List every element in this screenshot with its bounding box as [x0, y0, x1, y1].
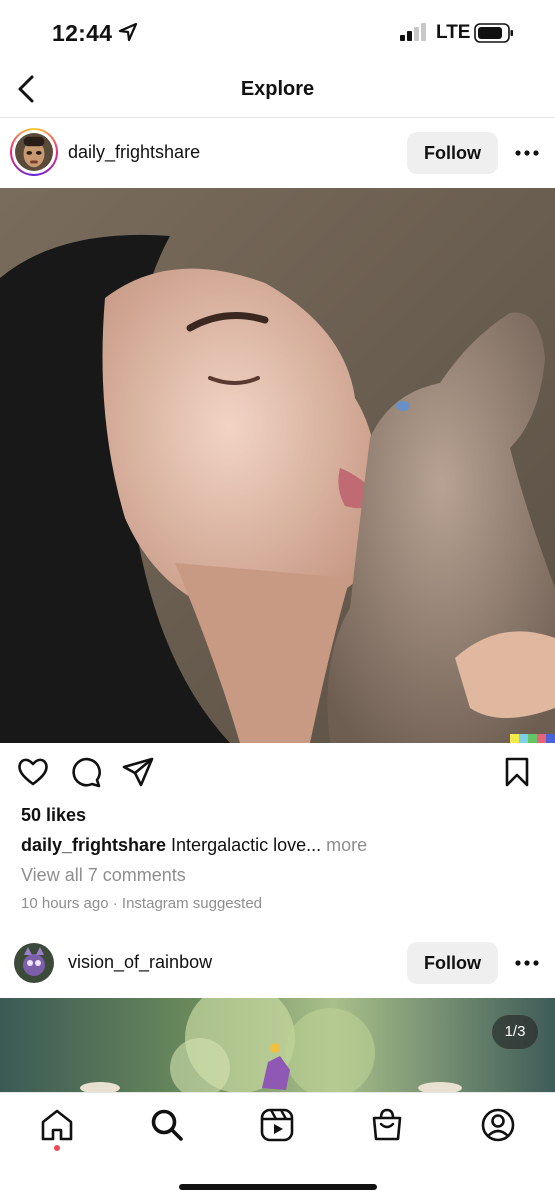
profile-icon[interactable]	[480, 1107, 516, 1143]
search-icon[interactable]	[149, 1107, 185, 1143]
caption-more-link[interactable]: more	[321, 835, 367, 855]
post-header: daily_frightshare Follow	[0, 119, 555, 187]
top-navigation-bar: Explore	[0, 64, 555, 118]
avatar[interactable]	[10, 128, 58, 176]
more-horizontal-icon[interactable]	[512, 138, 542, 168]
notification-dot	[54, 1145, 60, 1151]
follow-button[interactable]: Follow	[407, 132, 498, 174]
home-icon[interactable]	[39, 1107, 75, 1143]
avatar-image	[15, 133, 53, 171]
post-photo	[0, 188, 555, 743]
reels-icon[interactable]	[259, 1107, 295, 1143]
post-image[interactable]	[0, 188, 555, 743]
suggestion-label: Instagram suggested	[121, 895, 263, 912]
home-indicator[interactable]	[179, 1184, 377, 1190]
send-icon[interactable]	[121, 755, 155, 789]
more-horizontal-icon[interactable]	[512, 948, 542, 978]
heart-icon[interactable]	[16, 755, 50, 789]
status-bar: 12:44 LTE	[0, 0, 555, 64]
caption-text: Intergalactic love...	[166, 835, 322, 855]
comment-icon[interactable]	[69, 755, 103, 789]
bookmark-icon[interactable]	[500, 755, 534, 789]
avatar-image	[14, 943, 54, 983]
post-caption: daily_frightshare Intergalactic love... …	[21, 835, 367, 856]
avatar[interactable]	[14, 943, 54, 983]
view-comments-link[interactable]: View all 7 comments	[21, 865, 186, 886]
caption-username[interactable]: daily_frightshare	[21, 835, 166, 855]
post-meta: 10 hours ago · Instagram suggested	[21, 895, 262, 912]
post-username[interactable]: vision_of_rainbow	[68, 952, 212, 973]
status-time: 12:44	[52, 20, 113, 46]
bottom-tab-bar	[0, 1092, 555, 1200]
meta-separator: ·	[108, 895, 122, 912]
shop-icon[interactable]	[369, 1107, 405, 1143]
network-type: LTE	[436, 22, 471, 43]
post-timestamp: 10 hours ago	[21, 895, 109, 912]
location-arrow-icon	[118, 22, 138, 42]
post-header: vision_of_rainbow Follow	[0, 929, 555, 997]
page-title: Explore	[240, 78, 315, 100]
post-actions	[0, 755, 555, 795]
follow-button[interactable]: Follow	[407, 942, 498, 984]
post-photo	[0, 998, 555, 1092]
battery-icon	[474, 23, 513, 43]
image-counter: 1/3	[492, 1015, 538, 1049]
post-image[interactable]	[0, 998, 555, 1092]
post-username[interactable]: daily_frightshare	[68, 142, 200, 163]
cellular-signal-icon	[400, 23, 426, 41]
like-count[interactable]: 50 likes	[21, 805, 86, 826]
